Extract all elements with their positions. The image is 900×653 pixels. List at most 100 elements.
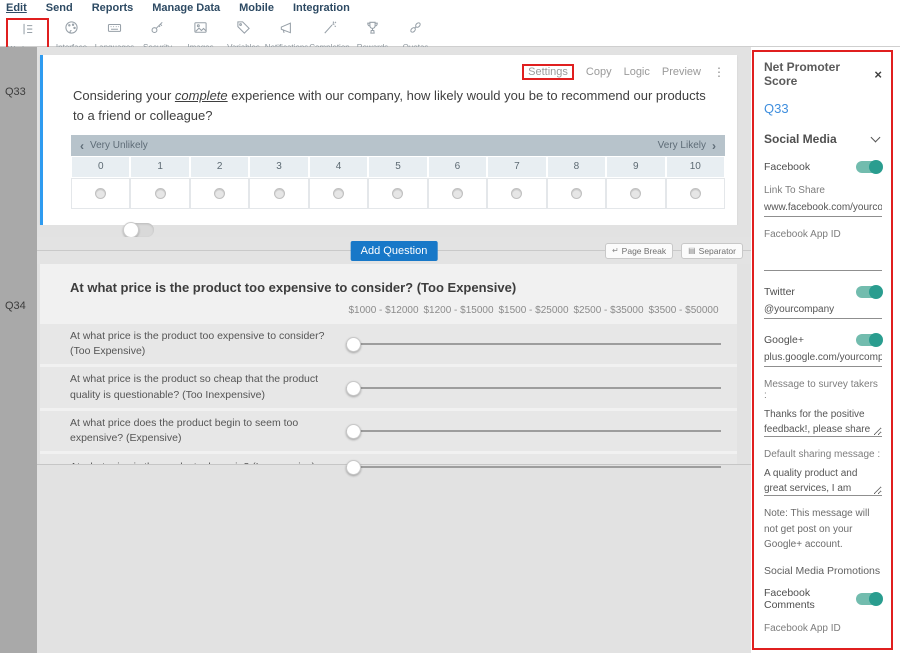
nps-scale: ‹ Very Unlikely Very Likely › 0 1 2 3 4 … [71,135,725,209]
images-icon [191,18,210,42]
slider-track [346,466,721,468]
default-sharing-message-label: Default sharing message : [764,449,882,460]
nps-radio[interactable] [309,178,368,209]
wand-icon [320,18,339,42]
settings-button[interactable]: Settings [522,64,574,80]
price-slider[interactable] [346,423,721,439]
facebook-toggle[interactable] [856,161,882,173]
nps-radio[interactable] [368,178,427,209]
nps-value-cell: 7 [487,156,546,178]
menu-edit[interactable]: Edit [6,2,27,15]
slider-thumb[interactable] [346,424,361,439]
facebook-comments-row: Facebook Comments [764,587,882,611]
facebook-comments-toggle[interactable] [856,593,882,605]
menu-manage-data[interactable]: Manage Data [152,2,220,15]
variables-icon [234,18,253,42]
megaphone-icon [277,18,296,42]
close-icon[interactable]: × [874,68,882,81]
menu-mobile[interactable]: Mobile [239,2,274,15]
radio-icon [690,188,701,199]
radio-icon [392,188,403,199]
google-plus-label: Google+ [764,334,804,346]
google-plus-input[interactable] [764,348,882,367]
facebook-app-id-input[interactable] [764,242,882,271]
nps-radio[interactable] [606,178,665,209]
nps-radio[interactable] [71,178,130,209]
survey-canvas: Settings Copy Logic Preview ⋮ Considerin… [37,47,751,653]
nps-radio[interactable] [666,178,725,209]
twitter-handle-input[interactable] [764,300,882,319]
slider-track [346,430,721,432]
twitter-toggle[interactable] [856,286,882,298]
slider-thumb[interactable] [346,337,361,352]
edit-toolbar: Workspace Interface Languages Security I… [0,16,900,47]
radio-icon [630,188,641,199]
facebook-row: Facebook [764,161,882,173]
slider-thumb[interactable] [346,381,361,396]
radio-icon [571,188,582,199]
nps-radio[interactable] [249,178,308,209]
menu-send[interactable]: Send [46,2,73,15]
nps-value-cell: 4 [309,156,368,178]
message-to-survey-takers-textarea[interactable]: Thanks for the positive feedback!, pleas… [764,404,882,437]
separator-button[interactable]: ▤ Separator [681,243,743,259]
nps-radio[interactable] [190,178,249,209]
toggle-knob [869,333,883,347]
price-slider[interactable] [346,336,721,352]
slider-row-label: At what price is the product so cheap th… [70,372,328,402]
twitter-label: Twitter [764,286,795,298]
google-plus-row: Google+ [764,334,882,346]
facebook-label: Facebook [764,161,810,173]
logic-button[interactable]: Logic [624,66,650,78]
toggle-knob [123,222,139,238]
nps-radio[interactable] [487,178,546,209]
q33-actions: Settings Copy Logic Preview ⋮ [43,55,737,80]
radio-icon [155,188,166,199]
price-range-header: $2500 - $35000 [571,305,646,316]
google-plus-toggle[interactable] [856,334,882,346]
q34-number-label: Q34 [5,300,26,312]
social-media-section-header[interactable]: Social Media [764,132,882,146]
radio-icon [214,188,225,199]
nps-radio[interactable] [428,178,487,209]
toggle-knob [869,160,883,174]
nps-right-anchor: Very Likely [658,140,706,151]
facebook-app-id-2-input[interactable] [764,636,882,651]
languages-icon [105,18,124,42]
google-plus-note: Note: This message will not get post on … [764,506,882,553]
panel-question-code: Q33 [764,101,882,116]
q34-question-card[interactable]: At what price is the product too expensi… [40,264,737,464]
nps-radio[interactable] [547,178,606,209]
q33-question-card[interactable]: Settings Copy Logic Preview ⋮ Considerin… [40,55,737,225]
facebook-comments-label: Facebook Comments [764,587,856,611]
add-question-button[interactable]: Add Question [351,241,438,261]
trophy-icon [363,18,382,42]
facebook-app-id-2-label: Facebook App ID [764,623,882,634]
facebook-link-input[interactable] [764,198,882,217]
page-break-button[interactable]: ↵ Page Break [605,243,673,259]
menu-integration[interactable]: Integration [293,2,350,15]
chevron-left-icon[interactable]: ‹ [80,139,84,153]
preview-button[interactable]: Preview [662,66,701,78]
required-toggle[interactable] [124,223,154,237]
default-sharing-message-textarea[interactable]: A quality product and great services, I … [764,463,882,496]
security-icon [148,18,167,42]
nps-value-cell: 9 [606,156,665,178]
toggle-knob [869,592,883,606]
composer-strip: Add Question ↵ Page Break ▤ Separator [37,237,751,264]
price-slider[interactable] [346,380,721,396]
slider-thumb[interactable] [346,460,361,475]
copy-button[interactable]: Copy [586,66,612,78]
radio-icon [511,188,522,199]
slider-track [346,387,721,389]
price-range-header: $1500 - $25000 [496,305,571,316]
menu-reports[interactable]: Reports [92,2,134,15]
facebook-app-id-label: Facebook App ID [764,229,882,240]
nps-value-cell: 3 [249,156,308,178]
nps-radio[interactable] [130,178,189,209]
nps-value-cell: 0 [71,156,130,178]
slider-row-label: At what price does the product begin to … [70,416,328,446]
chevron-right-icon[interactable]: › [712,139,716,153]
price-slider[interactable] [346,459,721,475]
kebab-menu-icon[interactable]: ⋮ [713,65,725,79]
